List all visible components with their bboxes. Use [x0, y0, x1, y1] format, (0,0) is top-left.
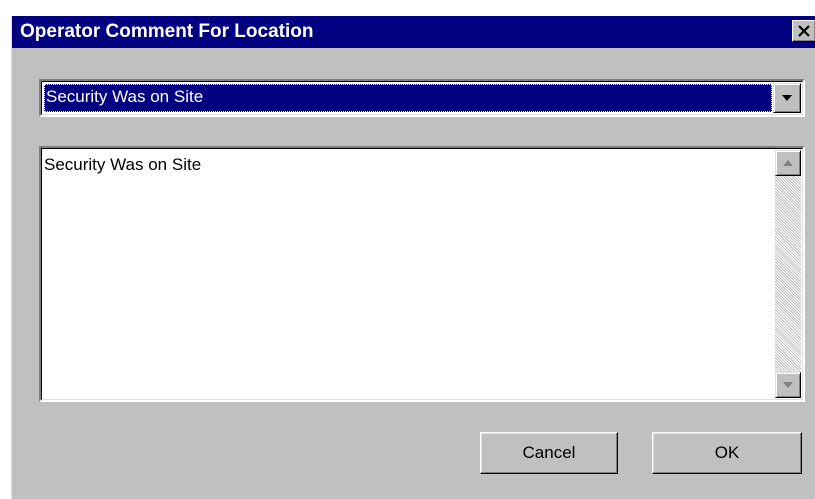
comment-textarea-frame: Security Was on Site [41, 148, 803, 400]
window-title: Operator Comment For Location [20, 21, 314, 42]
dropdown-button[interactable] [773, 83, 801, 113]
chevron-down-icon [782, 95, 792, 101]
scroll-down-button[interactable] [775, 372, 801, 398]
close-icon [798, 25, 810, 37]
vertical-scrollbar[interactable] [775, 150, 801, 398]
scroll-up-button[interactable] [775, 150, 801, 176]
title-bar[interactable]: Operator Comment For Location [12, 16, 815, 48]
close-button[interactable] [792, 20, 815, 42]
comment-select-frame: Security Was on Site [41, 81, 803, 115]
operator-comment-dialog: Operator Comment For Location Security W… [11, 16, 815, 499]
scroll-up-icon [783, 160, 793, 166]
comment-textarea[interactable]: Security Was on Site [39, 146, 805, 402]
scroll-down-icon [783, 382, 793, 388]
cancel-button[interactable]: Cancel [480, 432, 618, 474]
ok-button[interactable]: OK [652, 432, 802, 474]
comment-text[interactable]: Security Was on Site [44, 155, 201, 175]
comment-select-value[interactable]: Security Was on Site [44, 84, 772, 112]
comment-select[interactable]: Security Was on Site [39, 79, 805, 117]
